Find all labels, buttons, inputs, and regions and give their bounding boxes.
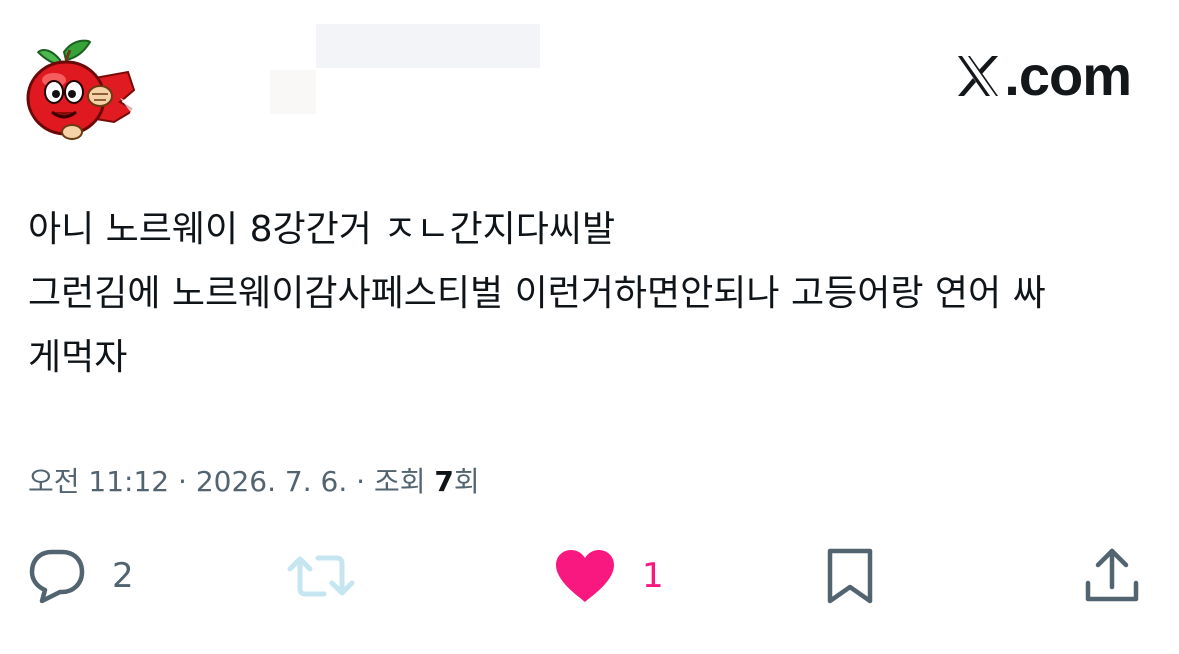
- cherry-mascot-avatar-image: [24, 32, 136, 144]
- bookmark-button[interactable]: [824, 548, 876, 604]
- tweet-body: 아니 노르웨이 8강간거 ㅈㄴ간지다씨발 그런김에 노르웨이감사페스티벌 이런거…: [28, 198, 1158, 390]
- share-button[interactable]: [1084, 548, 1140, 604]
- tweet-date[interactable]: 2026. 7. 6.: [196, 465, 347, 498]
- redacted-username: [270, 70, 316, 114]
- views-suffix: 회: [453, 465, 480, 498]
- share-upload-icon: [1085, 548, 1139, 602]
- views-count: 7: [434, 465, 454, 498]
- x-logo-icon: [954, 52, 1002, 100]
- retweet-arrows-icon: [287, 555, 355, 597]
- tweet-line: 그런김에 노르웨이감사페스티벌 이런거하면안되나 고등어랑 연어 싸: [28, 273, 1046, 314]
- like-button[interactable]: 1: [554, 548, 664, 604]
- x-com-logo: .com: [954, 44, 1132, 107]
- redacted-display-name: [316, 24, 540, 68]
- reply-count: 2: [112, 556, 134, 596]
- retweet-button[interactable]: [286, 548, 356, 604]
- tweet-line: 게먹자: [28, 337, 128, 378]
- bookmark-icon: [827, 548, 873, 604]
- meta-separator: ·: [356, 465, 366, 498]
- heart-icon: [556, 550, 614, 602]
- meta-separator: ·: [178, 465, 187, 498]
- views-label: 조회: [373, 465, 426, 498]
- reply-button[interactable]: 2: [28, 548, 134, 604]
- user-avatar[interactable]: [24, 32, 136, 144]
- tweet-line: 아니 노르웨이 8강간거 ㅈㄴ간지다씨발: [28, 209, 616, 250]
- logo-domain-text: .com: [1004, 44, 1132, 107]
- tweet-time[interactable]: 오전 11:12: [28, 465, 169, 498]
- like-count: 1: [642, 556, 664, 596]
- speech-bubble-icon: [29, 549, 85, 604]
- tweet-meta: 오전 11:12 · 2026. 7. 6. · 조회 7회: [28, 462, 480, 502]
